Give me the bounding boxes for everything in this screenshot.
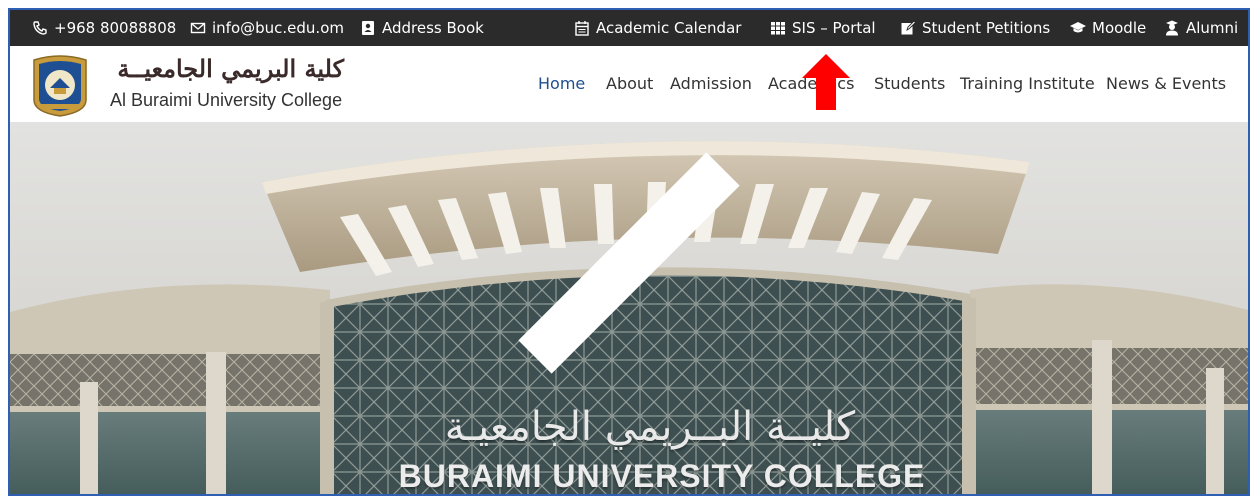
nav-item-training-institute[interactable]: Training Institute [960,74,1095,93]
site-header: كلية البريمي الجامعيــة Al Buraimi Unive… [10,46,1248,122]
phone-text: +968 80088808 [54,19,177,37]
calendar-icon [574,20,590,36]
college-name-english: Al Buraimi University College [110,90,343,110]
address-book-link[interactable]: Address Book [360,10,484,46]
nav-item-students[interactable]: Students [874,74,945,93]
top-bar: +968 80088808 info@buc.edu.om Address Bo… [10,10,1248,46]
user-graduate-icon [1164,20,1180,36]
nav-item-home[interactable]: Home [538,74,585,93]
graduation-cap-icon [1070,20,1086,36]
alumni-link[interactable]: Alumni [1164,10,1238,46]
sis-portal-link[interactable]: SIS – Portal [770,10,876,46]
address-book-text: Address Book [382,19,484,37]
sis-portal-text: SIS – Portal [792,19,876,37]
academic-calendar-link[interactable]: Academic Calendar [574,10,741,46]
phone-link[interactable]: +968 80088808 [32,10,176,46]
browser-viewport: +968 80088808 info@buc.edu.om Address Bo… [8,8,1250,496]
slider-prev-icon[interactable] [10,122,1248,496]
nav-item-admission[interactable]: Admission [670,74,752,93]
address-book-icon [360,20,376,36]
nav-item-news-events[interactable]: News & Events [1106,74,1226,93]
alumni-text: Alumni [1186,19,1239,37]
nav-item-about[interactable]: About [606,74,653,93]
moodle-text: Moodle [1092,19,1147,37]
college-seal-logo [33,55,87,117]
edit-icon [900,20,916,36]
grid-icon [770,20,786,36]
red-annotation-arrow-icon [802,54,850,110]
moodle-link[interactable]: Moodle [1070,10,1146,46]
hero-banner-image: كليــة البــريمي الجامعيـة BURAIMI UNIVE… [10,122,1248,496]
college-name-arabic: كلية البريمي الجامعيــة [117,54,344,83]
phone-icon [32,20,48,36]
email-link[interactable]: info@buc.edu.om [190,10,344,46]
email-text: info@buc.edu.om [212,19,344,37]
academic-calendar-text: Academic Calendar [596,19,742,37]
student-petitions-text: Student Petitions [922,19,1051,37]
student-petitions-link[interactable]: Student Petitions [900,10,1050,46]
envelope-icon [190,20,206,36]
